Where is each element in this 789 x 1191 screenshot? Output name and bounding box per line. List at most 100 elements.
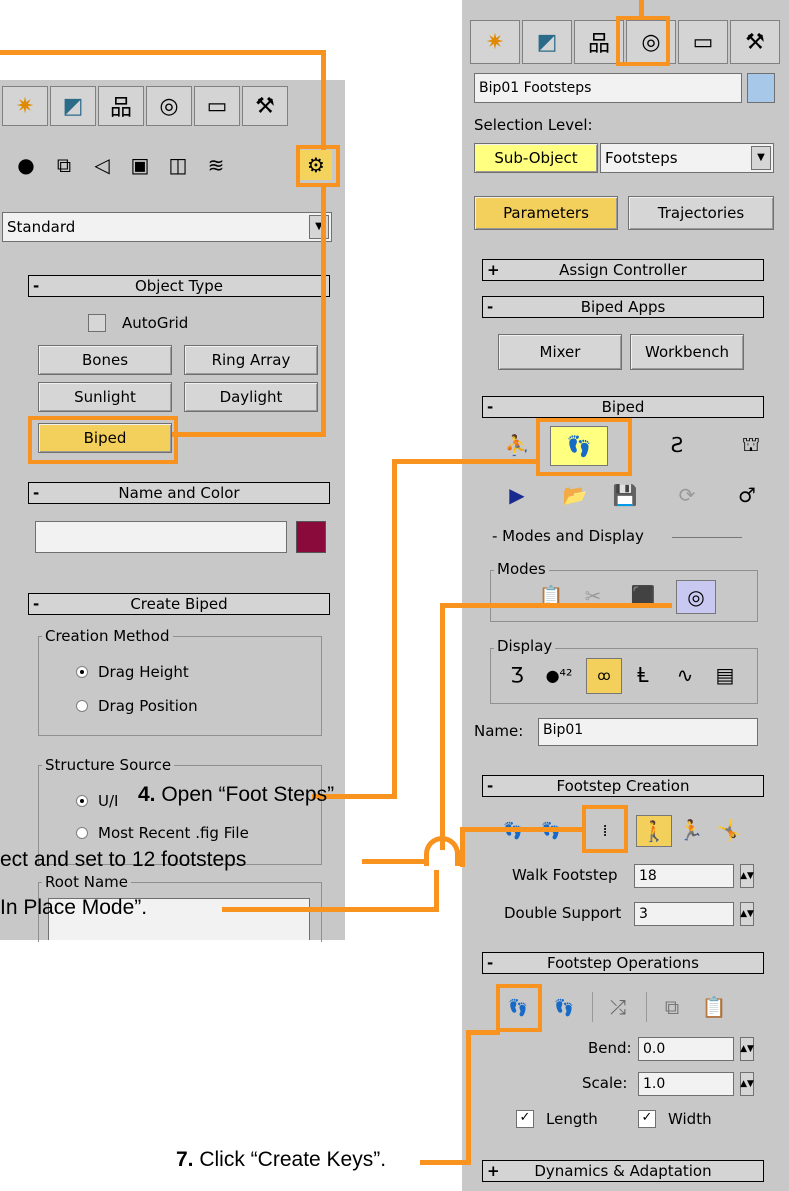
hierarchy-tab-icon[interactable]: 品 [98, 86, 144, 126]
highlight-create-keys [496, 984, 542, 1032]
bend-field[interactable]: 0.0 [638, 1037, 734, 1061]
jump-icon[interactable]: 🤸 [712, 815, 746, 845]
create-tab-icon[interactable]: ✷ [470, 20, 520, 64]
preferences-icon[interactable]: ▤ [708, 658, 742, 692]
scale-spinner[interactable]: ▲▼ [740, 1072, 754, 1096]
save-file-icon[interactable]: 💾 [606, 478, 644, 512]
ring-array-button[interactable]: Ring Array [184, 345, 318, 375]
display-tab-icon[interactable]: ▭ [194, 86, 240, 126]
check-icon: ✓ [638, 1110, 656, 1128]
assign-controller-rollout[interactable]: + Assign Controller [482, 259, 764, 281]
sub-object-button[interactable]: Sub-Object [474, 143, 598, 173]
step7-text: Click “Create Keys”. [193, 1148, 387, 1171]
connector-line [392, 459, 538, 464]
left-command-panel: ✷ ◩ 品 ◎ ▭ ⚒ ● ⧉ ◁ ▣ ◫ ≋ ⚙ Standard ▼ - Ob… [0, 80, 345, 942]
autogrid-checkbox[interactable]: AutoGrid [88, 312, 188, 334]
drag-height-radio[interactable]: Drag Height [76, 663, 189, 681]
most-recent-radio[interactable]: Most Recent .fig File [76, 824, 249, 842]
spacewarps-icon[interactable]: ≋ [200, 150, 232, 180]
utilities-tab-icon[interactable]: ⚒ [730, 20, 780, 64]
run-icon[interactable]: 🏃 [674, 815, 708, 845]
radio-off-icon [76, 827, 88, 839]
copy-footsteps-icon[interactable]: ⧉ [654, 990, 690, 1024]
name-color-rollout[interactable]: - Name and Color [28, 482, 330, 504]
create-biped-rollout[interactable]: - Create Biped [28, 593, 330, 615]
dropdown-arrow-icon: ▼ [751, 146, 771, 170]
connector-bridge [424, 836, 460, 866]
walk-footstep-field[interactable]: 18 [634, 864, 734, 888]
activate-footsteps-icon[interactable]: 👣 [546, 990, 582, 1024]
scale-field[interactable]: 1.0 [638, 1072, 734, 1096]
object-name-field[interactable] [35, 521, 287, 553]
shapes-icon[interactable]: ⧉ [48, 150, 80, 180]
convert-icon[interactable]: ⟳ [668, 478, 706, 512]
show-curve-icon[interactable]: ∿ [668, 658, 702, 692]
footstep-operations-rollout[interactable]: - Footstep Operations [482, 952, 764, 974]
object-type-rollout[interactable]: - Object Type [28, 275, 330, 297]
footstep-creation-rollout[interactable]: - Footstep Creation [482, 775, 764, 797]
scale-label: Scale: [582, 1074, 628, 1092]
show-legs-icon[interactable]: Ⱡ [626, 658, 660, 692]
show-trajectories-icon[interactable]: ꝏ [586, 658, 622, 694]
connector-line [0, 50, 326, 55]
dynamics-rollout[interactable]: + Dynamics & Adaptation [482, 1160, 764, 1182]
root-name-label: Root Name [42, 873, 132, 891]
modify-tab-icon[interactable]: ◩ [50, 86, 96, 126]
paste-footsteps-icon[interactable]: 📋 [696, 990, 732, 1024]
selected-object-name[interactable]: Bip01 Footsteps [474, 73, 742, 103]
workbench-button[interactable]: Workbench [630, 334, 744, 370]
daylight-button[interactable]: Daylight [184, 382, 318, 412]
sub-object-dropdown[interactable]: Footsteps ▼ [600, 143, 774, 173]
deactivate-footsteps-icon[interactable]: ⤮ [600, 990, 636, 1024]
geometry-icon[interactable]: ● [10, 150, 42, 180]
object-color-swatch[interactable] [747, 73, 775, 103]
double-support-spinner[interactable]: ▲▼ [740, 902, 754, 926]
connector-line [440, 603, 445, 850]
step4-text: Open “Foot Steps” [155, 783, 335, 806]
object-color-swatch[interactable] [296, 521, 326, 553]
selection-level-label: Selection Level: [474, 116, 593, 134]
move-all-icon[interactable]: ♂ [728, 478, 766, 512]
category-dropdown-value: Standard [7, 218, 76, 236]
highlight-motion-tab [616, 16, 670, 66]
utilities-tab-icon[interactable]: ⚒ [242, 86, 288, 126]
play-biped-icon[interactable]: ▶ [498, 478, 536, 512]
helpers-icon[interactable]: ◫ [162, 150, 194, 180]
load-file-icon[interactable]: 📂 [556, 478, 594, 512]
lights-icon[interactable]: ◁ [86, 150, 118, 180]
mixer-mode-icon[interactable]: ⛫ [732, 426, 770, 464]
length-checkbox[interactable]: ✓ Length [516, 1110, 598, 1128]
biped-name-field[interactable]: Bip01 [538, 718, 758, 746]
biped-name-label: Name: [474, 722, 524, 740]
cameras-icon[interactable]: ▣ [124, 150, 156, 180]
mixer-button[interactable]: Mixer [498, 334, 622, 370]
biped-rollout[interactable]: - Biped [482, 396, 764, 418]
width-checkbox[interactable]: ✓ Width [638, 1110, 712, 1128]
trajectories-button[interactable]: Trajectories [628, 196, 774, 230]
motion-flow-mode-icon[interactable]: Ƨ [658, 426, 696, 464]
in-place-mode-icon[interactable]: ◎ [676, 580, 716, 614]
motion-tab-icon[interactable]: ◎ [146, 86, 192, 126]
display-objects-icon[interactable]: Ʒ [500, 658, 534, 692]
toolbar-separator [592, 992, 593, 1022]
modify-tab-icon[interactable]: ◩ [522, 20, 572, 64]
connector-line [222, 907, 439, 912]
parameters-button[interactable]: Parameters [474, 196, 618, 230]
connector-line [440, 603, 672, 608]
walk-footstep-spinner[interactable]: ▲▼ [740, 864, 754, 888]
connector-line [172, 432, 326, 437]
drag-position-radio[interactable]: Drag Position [76, 697, 198, 715]
show-footsteps-icon[interactable]: ●⁴² [542, 658, 576, 692]
biped-apps-rollout[interactable]: - Biped Apps [482, 296, 764, 318]
display-tab-icon[interactable]: ▭ [678, 20, 728, 64]
double-support-field[interactable]: 3 [634, 902, 734, 926]
bones-button[interactable]: Bones [38, 345, 172, 375]
category-dropdown[interactable]: Standard ▼ [2, 212, 332, 242]
check-icon: ✓ [516, 1110, 534, 1128]
bend-spinner[interactable]: ▲▼ [740, 1037, 754, 1061]
walk-icon[interactable]: 🚶 [636, 815, 672, 847]
radio-on-icon [76, 666, 88, 678]
create-tab-icon[interactable]: ✷ [2, 86, 48, 126]
sunlight-button[interactable]: Sunlight [38, 382, 172, 412]
ui-radio[interactable]: U/I [76, 792, 118, 810]
